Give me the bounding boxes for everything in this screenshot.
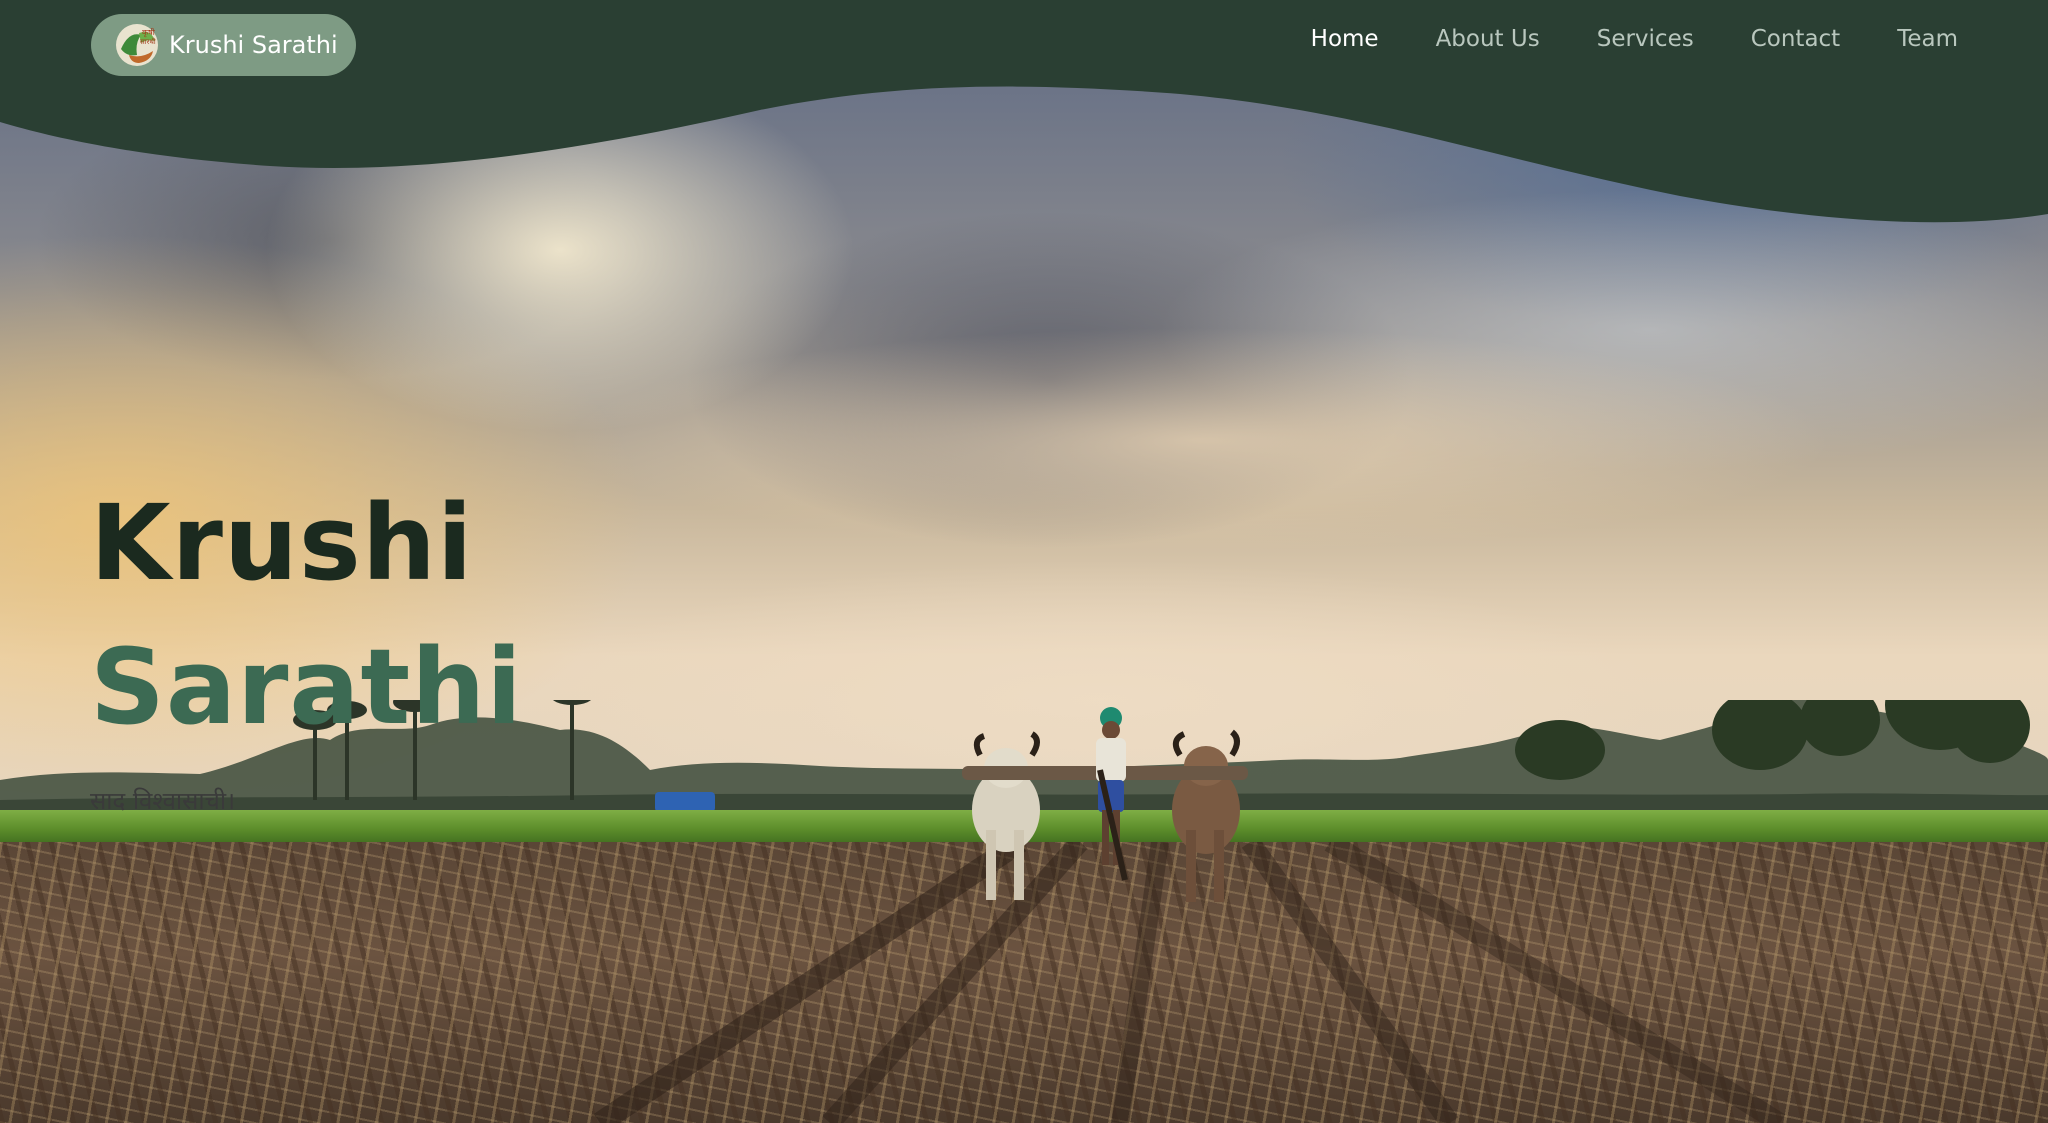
nav-link-services[interactable]: Services <box>1597 26 1694 52</box>
nav-link-home[interactable]: Home <box>1311 26 1379 52</box>
svg-text:सारथी: सारथी <box>140 37 156 46</box>
top-navbar: कृषी सारथी Krushi Sarathi Home About Us … <box>0 0 2048 90</box>
hero-title-line-1: Krushi <box>90 482 474 604</box>
main-navigation: Home About Us Services Contact Team <box>1254 26 1958 52</box>
landing-page: कृषी सारथी Krushi Sarathi Home About Us … <box>0 0 2048 1123</box>
brand-name: Krushi Sarathi <box>169 31 338 59</box>
farmer-with-oxen-illustration <box>962 707 1248 902</box>
hero-title-line-2: Sarathi <box>90 626 523 748</box>
svg-text:कृषी: कृषी <box>142 27 156 38</box>
nav-link-contact[interactable]: Contact <box>1751 26 1840 52</box>
hero-tagline: साद विश्वासाची। <box>90 787 236 815</box>
brand-logo-button[interactable]: कृषी सारथी Krushi Sarathi <box>91 14 356 76</box>
nav-link-about-us[interactable]: About Us <box>1436 26 1540 52</box>
nav-link-team[interactable]: Team <box>1897 26 1958 52</box>
krushi-sarathi-logo-icon: कृषी सारथी <box>111 21 163 69</box>
